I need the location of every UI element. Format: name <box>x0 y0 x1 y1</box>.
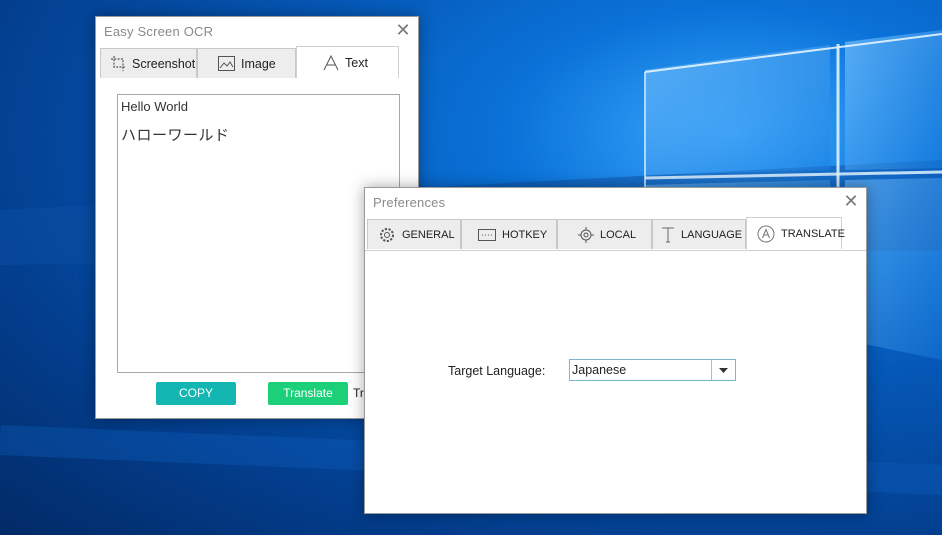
translate-a-icon <box>757 225 775 243</box>
tab-general-label: GENERAL <box>402 228 455 241</box>
target-icon <box>578 226 594 243</box>
tab-translate-label: TRANSLATE <box>781 227 845 240</box>
prefs-tab-bar: GENERAL HOTKEY LOCAL LANGUAGE TRANSLATE <box>367 217 845 249</box>
target-language-select[interactable]: Japanese <box>569 359 736 381</box>
tab-image[interactable]: Image <box>197 48 296 78</box>
truncated-text: Tr <box>353 386 364 400</box>
tab-language[interactable]: LANGUAGE <box>652 219 746 249</box>
ocr-tab-bar: Screenshot Image Text <box>100 46 399 78</box>
keyboard-icon <box>478 228 496 241</box>
copy-button[interactable]: COPY <box>156 382 236 405</box>
tab-general[interactable]: GENERAL <box>367 219 461 249</box>
text-a-icon <box>323 54 339 71</box>
ocr-text-line: ハローワールド <box>121 127 230 144</box>
crop-icon <box>111 56 126 71</box>
ocr-close-icon[interactable]: ✕ <box>394 21 412 39</box>
tab-translate[interactable]: TRANSLATE <box>746 217 845 249</box>
prefs-window-title: Preferences <box>373 195 446 210</box>
tab-hotkey[interactable]: HOTKEY <box>461 219 557 249</box>
target-language-label: Target Language: <box>448 364 546 378</box>
chevron-down-icon[interactable] <box>711 360 735 380</box>
prefs-close-icon[interactable]: ✕ <box>842 192 860 210</box>
ocr-titlebar[interactable]: Easy Screen OCR ✕ <box>96 17 418 47</box>
tab-language-label: LANGUAGE <box>681 228 743 241</box>
ocr-text-area[interactable]: Hello World ハローワールド <box>117 94 400 373</box>
tab-screenshot[interactable]: Screenshot <box>100 48 197 78</box>
ocr-text-line: Hello World <box>121 99 188 114</box>
image-icon <box>218 56 235 71</box>
gear-icon <box>378 226 396 244</box>
tab-image-label: Image <box>241 56 276 71</box>
tab-text-label: Text <box>345 55 368 70</box>
ocr-window-title: Easy Screen OCR <box>104 24 214 39</box>
text-t-icon <box>661 227 675 243</box>
target-language-value: Japanese <box>572 363 627 377</box>
preferences-window: Preferences ✕ GENERAL HOTKEY LOCAL LANGU… <box>364 187 867 514</box>
tab-text[interactable]: Text <box>296 46 399 78</box>
tab-local[interactable]: LOCAL <box>557 219 652 249</box>
prefs-titlebar[interactable]: Preferences ✕ <box>365 188 866 218</box>
tab-local-label: LOCAL <box>600 228 637 241</box>
translate-button[interactable]: Translate <box>268 382 348 405</box>
tab-hotkey-label: HOTKEY <box>502 228 548 241</box>
tab-screenshot-label: Screenshot <box>132 56 196 71</box>
translate-settings-panel: Target Language: Japanese <box>365 250 866 513</box>
